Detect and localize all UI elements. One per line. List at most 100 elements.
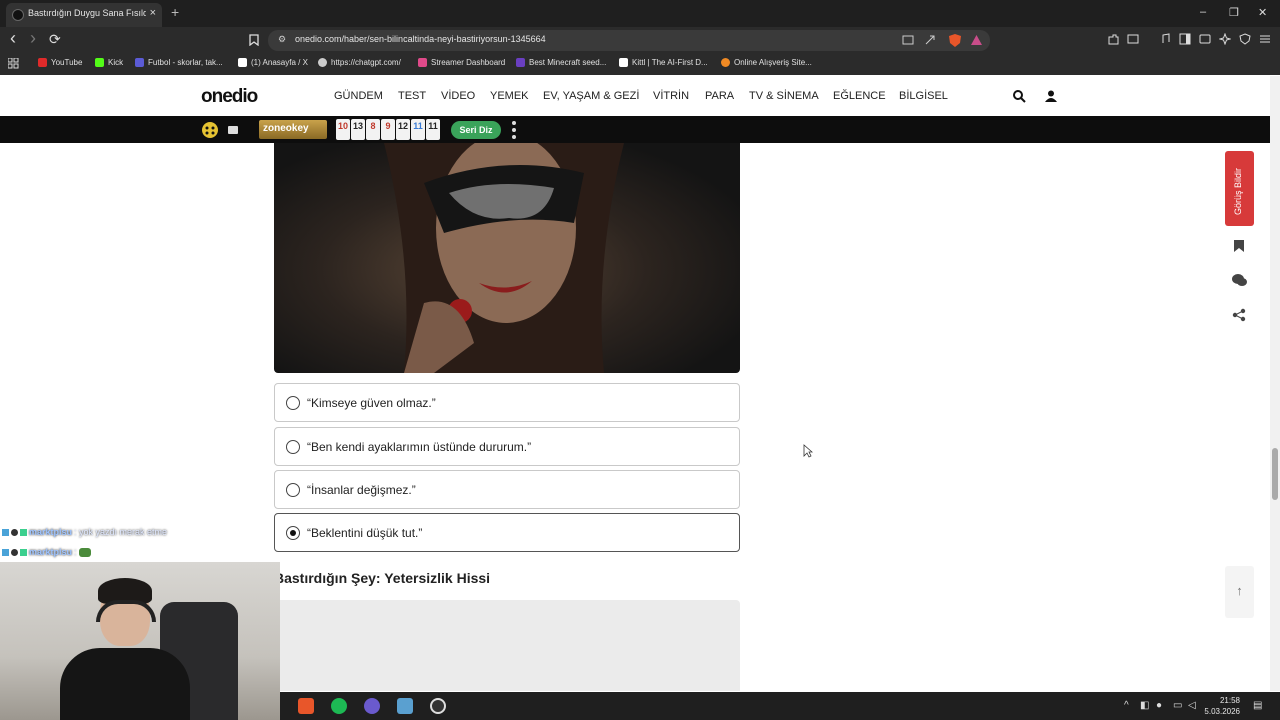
option-label: “Beklentini düşük tut.” [307, 526, 423, 540]
leo-ai-icon[interactable] [1219, 33, 1231, 45]
tray-chevron-icon[interactable]: ^ [1124, 700, 1129, 711]
nav-eglence[interactable]: EĞLENCE [833, 90, 886, 102]
quiz-option[interactable]: “Kimseye güven olmaz.” [274, 383, 740, 422]
badge-icon [2, 548, 9, 556]
discord-taskbar-icon[interactable] [364, 698, 380, 714]
restore-button[interactable]: ❐ [1229, 6, 1239, 19]
site-logo[interactable]: onedio [201, 86, 258, 108]
browser-tab-bar: Bastırdığın Duygu Sana Fısıldıyo × + – ❐… [0, 0, 1280, 27]
nav-tv-sinema[interactable]: TV & SİNEMA [749, 90, 819, 102]
headphones-icon [96, 600, 156, 622]
nav-ev-yasam-gezi[interactable]: EV, YAŞAM & GEZİ [543, 90, 639, 102]
extensions-icon[interactable] [1107, 33, 1119, 45]
obs-taskbar-icon[interactable] [430, 698, 446, 714]
wallet-extension-icon[interactable] [1199, 33, 1211, 45]
okey-tile: 12 [396, 119, 410, 140]
feedback-label: Görüş Bildir [1233, 167, 1243, 215]
radio-button[interactable] [286, 483, 300, 497]
masked-woman-photo [384, 143, 624, 373]
advertisement-bar[interactable]: zoneokey 10 13 8 9 12 11 11 Seri Diz [0, 116, 1270, 143]
bookmark-kick[interactable]: Kick [95, 58, 123, 67]
music-icon[interactable] [1159, 33, 1171, 45]
search-icon[interactable] [1013, 90, 1026, 103]
apps-grid-icon[interactable] [8, 58, 19, 69]
minimize-button[interactable]: – [1200, 6, 1206, 18]
ad-cta-button[interactable]: Seri Diz [451, 121, 501, 139]
site-info-icon[interactable]: ⚙ [278, 34, 286, 45]
kittl-icon [619, 58, 628, 67]
tray-app-icon[interactable]: ◧ [1140, 700, 1149, 711]
network-icon[interactable]: ▭ [1173, 700, 1182, 711]
nav-bilgisel[interactable]: BİLGİSEL [899, 90, 948, 102]
cast-icon[interactable] [902, 35, 914, 45]
option-label: “Ben kendi ayaklarımın üstünde dururum.” [307, 440, 532, 454]
bookmark-x[interactable]: (1) Anasayfa / X [238, 58, 308, 67]
bookmark-futbol[interactable]: Futbol - skorlar, tak... [135, 58, 223, 67]
bookmark-page-icon[interactable] [249, 34, 259, 46]
okey-tile: 8 [366, 119, 380, 140]
x-icon [238, 58, 247, 67]
bookmark-online-alisveris[interactable]: Online Alışveriş Site... [721, 58, 812, 67]
scrollbar-thumb[interactable] [1272, 448, 1278, 500]
quiz-option-selected[interactable]: “Beklentini düşük tut.” [274, 513, 740, 552]
address-bar[interactable]: ⚙ onedio.com/haber/sen-bilincaltinda-ney… [268, 30, 990, 51]
menu-icon[interactable] [1259, 33, 1271, 45]
comments-icon[interactable] [1231, 273, 1247, 287]
bookmark-chatgpt[interactable]: https://chatgpt.com/ [318, 58, 401, 67]
clock-date: 5.03.2026 [1204, 707, 1240, 716]
vpn-shield-icon[interactable] [1239, 33, 1251, 45]
nav-video[interactable]: VİDEO [441, 90, 475, 102]
forward-button[interactable]: › [30, 28, 36, 49]
reload-button[interactable]: ⟳ [49, 31, 61, 48]
user-icon[interactable] [1045, 90, 1057, 102]
brave-shields-icon[interactable] [948, 33, 962, 48]
system-clock[interactable]: 21:58 5.03.2026 [1204, 695, 1240, 717]
ad-info-icon[interactable] [228, 126, 238, 134]
bookmarks-bar: YouTube Kick Futbol - skorlar, tak... (1… [0, 53, 1280, 75]
feedback-button[interactable]: Görüş Bildir [1225, 151, 1254, 226]
quiz-option[interactable]: “Ben kendi ayaklarımın üstünde dururum.” [274, 427, 740, 466]
option-label: “İnsanlar değişmez.” [307, 483, 416, 497]
spotify-taskbar-icon[interactable] [331, 698, 347, 714]
mouse-cursor-icon [803, 444, 813, 458]
radio-button-checked[interactable] [286, 526, 300, 540]
page-scrollbar[interactable] [1270, 76, 1280, 691]
badge-icon [11, 548, 18, 556]
tab-close-icon[interactable]: × [150, 7, 156, 19]
ad-brand: zoneokey [259, 120, 327, 139]
badge-icon [11, 528, 18, 536]
chat-message: marktplsu : yok yazdı merak etme [2, 527, 167, 537]
nav-yemek[interactable]: YEMEK [490, 90, 529, 102]
notifications-icon[interactable]: ▤ [1253, 700, 1262, 711]
quiz-option[interactable]: “İnsanlar değişmez.” [274, 470, 740, 509]
new-tab-button[interactable]: + [171, 4, 179, 20]
radio-button[interactable] [286, 440, 300, 454]
wallet-icon[interactable] [1127, 33, 1139, 45]
back-button[interactable]: ‹ [10, 28, 16, 49]
sidebar-toggle-icon[interactable] [1179, 33, 1191, 45]
share-icon[interactable] [924, 34, 936, 46]
share-page-icon[interactable] [1232, 308, 1246, 322]
bookmark-kittl[interactable]: Kittl | The AI-First D... [619, 58, 708, 67]
nav-vitrin[interactable]: VİTRİN [653, 90, 689, 102]
bookmark-streamer-dashboard[interactable]: Streamer Dashboard [418, 58, 505, 67]
bookmark-youtube[interactable]: YouTube [38, 58, 82, 67]
nav-test[interactable]: TEST [398, 90, 426, 102]
scroll-to-top-button[interactable]: ↑ [1225, 566, 1254, 618]
brave-rewards-icon[interactable] [970, 34, 983, 46]
close-window-button[interactable]: ✕ [1258, 6, 1267, 19]
bookmark-icon[interactable] [1233, 239, 1245, 253]
browser-tab[interactable]: Bastırdığın Duygu Sana Fısıldıyo × [6, 3, 162, 27]
okey-tile: 11 [426, 119, 440, 140]
radio-button[interactable] [286, 396, 300, 410]
volume-icon[interactable]: ◁ [1188, 700, 1196, 711]
image-placeholder [274, 600, 740, 691]
brave-taskbar-icon[interactable] [298, 698, 314, 714]
bookmark-minecraft[interactable]: Best Minecraft seed... [516, 58, 606, 67]
app-taskbar-icon[interactable] [397, 698, 413, 714]
okey-tile: 9 [381, 119, 395, 140]
ad-more-icon[interactable] [511, 119, 517, 141]
microphone-icon[interactable]: ● [1156, 700, 1162, 711]
nav-gundem[interactable]: GÜNDEM [334, 90, 383, 102]
nav-para[interactable]: PARA [705, 90, 734, 102]
